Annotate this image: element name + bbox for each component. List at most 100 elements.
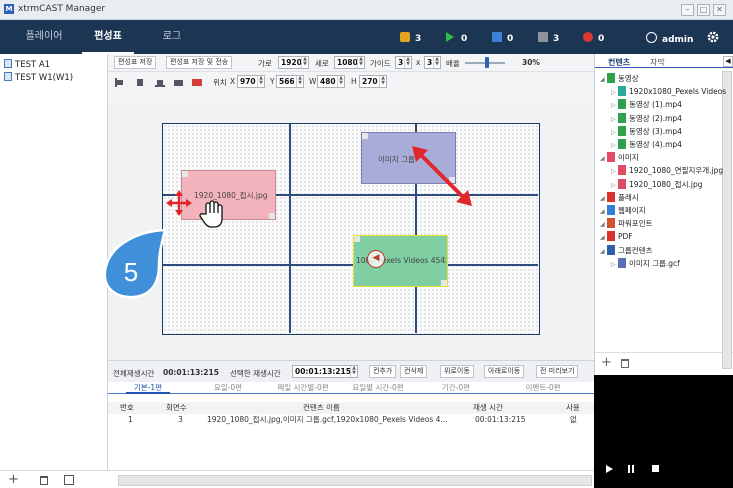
maximize-button[interactable]: □ bbox=[697, 4, 710, 16]
resize-handle[interactable] bbox=[362, 133, 368, 139]
tree-node[interactable]: ▷ 1920_1080_연필지우개.jpg bbox=[611, 165, 723, 177]
move-up-button[interactable]: 위로이동 bbox=[440, 365, 474, 378]
tree-node[interactable]: ▷ 동영상 (3).mp4 bbox=[611, 125, 682, 139]
tab-period[interactable]: 기간-0편 bbox=[434, 382, 478, 394]
minimize-button[interactable]: – bbox=[681, 4, 694, 16]
tree-node[interactable]: ◢ 동영상 bbox=[600, 73, 639, 85]
expanded-arrow-icon[interactable]: ◢ bbox=[600, 193, 607, 205]
guide-x-spinner[interactable]: 3 ▲ ▼ bbox=[395, 56, 412, 69]
stat-gray[interactable]: 3 bbox=[538, 32, 559, 44]
preview-all-button[interactable]: 전 미리보기 bbox=[536, 365, 579, 378]
tab-contents[interactable]: 컨텐츠 bbox=[608, 57, 630, 69]
save-send-button[interactable]: 편성표 저장 및 전송 bbox=[166, 56, 233, 69]
stat-warning[interactable]: 3 bbox=[400, 32, 421, 44]
settings-gear-icon[interactable] bbox=[706, 30, 720, 44]
height-spinner[interactable]: 1080 ▲ ▼ bbox=[334, 56, 365, 69]
expanded-arrow-icon[interactable]: ◢ bbox=[600, 246, 607, 258]
delete-content-icon[interactable] bbox=[621, 359, 629, 368]
tree-node[interactable]: ▷ 동영상 (1).mp4 bbox=[611, 99, 682, 111]
save-schedule-button[interactable]: 편성표 저장 bbox=[114, 56, 157, 69]
collapsed-arrow-icon[interactable]: ▷ bbox=[611, 259, 618, 271]
tab-player[interactable]: 플레이어 bbox=[18, 20, 70, 54]
column-header-play-time[interactable]: 재생 시간 bbox=[473, 402, 503, 414]
add-content-icon[interactable]: + bbox=[601, 355, 612, 370]
tree-node[interactable]: ▷ 1920_1080_접시.jpg bbox=[611, 178, 702, 191]
tab-basic[interactable]: 기본-1편 bbox=[126, 382, 170, 394]
resize-handle[interactable] bbox=[441, 280, 447, 286]
collapsed-arrow-icon[interactable]: ▷ bbox=[611, 140, 618, 152]
align-left-icon[interactable] bbox=[115, 78, 125, 87]
tree-node[interactable]: ▷ 동영상 (2).mp4 bbox=[611, 112, 682, 126]
collapsed-arrow-icon[interactable]: ▷ bbox=[611, 100, 618, 112]
stop-icon[interactable] bbox=[652, 465, 659, 472]
spin-arrows-icon[interactable]: ▲ ▼ bbox=[357, 57, 364, 68]
stat-blue[interactable]: 0 bbox=[492, 32, 513, 44]
selected-time-spinner[interactable]: 00:01:13:215 ▲ ▼ bbox=[292, 365, 358, 378]
tree-node[interactable]: ◢ 웹페이지 bbox=[600, 205, 646, 217]
tab-weekday-time[interactable]: 요일별 시간-0편 bbox=[343, 382, 413, 394]
y-spinner[interactable]: 566 ▲ ▼ bbox=[276, 75, 304, 88]
expanded-arrow-icon[interactable]: ◢ bbox=[600, 232, 607, 244]
expanded-arrow-icon[interactable]: ◢ bbox=[600, 153, 607, 165]
tab-log[interactable]: 로그 bbox=[146, 20, 198, 54]
resize-handle[interactable] bbox=[354, 236, 360, 242]
resize-handle[interactable] bbox=[269, 213, 275, 219]
distribute-icon[interactable] bbox=[192, 78, 203, 87]
h-spinner[interactable]: 270 ▲ ▼ bbox=[359, 75, 387, 88]
tab-schedule[interactable]: 편성표 bbox=[82, 20, 134, 54]
spin-arrows-icon[interactable]: ▲ ▼ bbox=[301, 57, 308, 68]
w-spinner[interactable]: 480 ▲ ▼ bbox=[317, 75, 345, 88]
vertical-scrollbar[interactable] bbox=[722, 71, 732, 369]
tab-subtitles[interactable]: 자막 bbox=[650, 57, 665, 69]
spin-arrows-icon[interactable]: ▲ ▼ bbox=[433, 57, 440, 68]
mute-speaker-icon[interactable]: ◀ bbox=[367, 250, 385, 268]
clip-image-dish[interactable]: 1920_1080_접시.jpg bbox=[181, 170, 276, 220]
clip-video-pexels[interactable]: 1080 Pexels Videos 4545 ◀ bbox=[353, 235, 448, 287]
expanded-arrow-icon[interactable]: ◢ bbox=[600, 206, 607, 218]
tree-node[interactable]: ▷ 1920x1080_Pexels Videos bbox=[611, 86, 726, 98]
spin-arrows-icon[interactable]: ▲ ▼ bbox=[404, 57, 411, 68]
tab-daily-time[interactable]: 페일 시간별-0편 bbox=[268, 382, 338, 394]
zoom-slider-handle[interactable] bbox=[485, 57, 489, 68]
expanded-arrow-icon[interactable]: ◢ bbox=[600, 74, 607, 86]
spin-arrows-icon[interactable]: ▲ ▼ bbox=[337, 76, 344, 87]
tree-node[interactable]: ▷ 이미지 그룹.gcf bbox=[611, 257, 680, 271]
horizontal-scrollbar[interactable] bbox=[118, 475, 592, 486]
x-spinner[interactable]: 970 ▲ ▼ bbox=[237, 75, 265, 88]
edit-schedule-icon[interactable] bbox=[64, 475, 74, 485]
spin-arrows-icon[interactable]: ▲ ▼ bbox=[296, 76, 303, 87]
tree-node[interactable]: ▷ 동영상 (4).mp4 bbox=[611, 139, 682, 151]
expanded-arrow-icon[interactable]: ◢ bbox=[600, 219, 607, 231]
scroll-tab-right-icon[interactable]: ◀ bbox=[723, 56, 733, 67]
tree-node[interactable]: ◢ 플래시 bbox=[600, 191, 639, 205]
collapsed-arrow-icon[interactable]: ▷ bbox=[611, 166, 618, 178]
align-center-icon[interactable] bbox=[135, 78, 145, 87]
spin-arrows-icon[interactable]: ▲ ▼ bbox=[379, 76, 386, 87]
tree-node[interactable]: ◢ 이미지 bbox=[600, 152, 639, 164]
spin-arrows-icon[interactable]: ▲ ▼ bbox=[350, 366, 357, 377]
stat-playing[interactable]: 0 bbox=[446, 32, 467, 44]
table-row[interactable]: 1 3 1920_1080_접시.jpg,이미지 그룹.gcf,1920x108… bbox=[108, 414, 594, 428]
align-middle-icon[interactable] bbox=[174, 78, 184, 87]
resize-handle[interactable] bbox=[182, 171, 188, 177]
delete-content-button[interactable]: 컨삭제 bbox=[400, 365, 428, 378]
collapsed-arrow-icon[interactable]: ▷ bbox=[611, 114, 618, 126]
schedule-item[interactable]: TEST W1(W1) bbox=[4, 72, 73, 84]
column-header-number[interactable]: 번호 bbox=[120, 402, 134, 414]
collapsed-arrow-icon[interactable]: ▷ bbox=[611, 87, 618, 99]
play-icon[interactable] bbox=[606, 465, 613, 473]
width-spinner[interactable]: 1920 ▲ ▼ bbox=[278, 56, 309, 69]
tree-node[interactable]: ◢ 파워포인트 bbox=[600, 218, 653, 230]
tree-node[interactable]: ◢ PDF bbox=[600, 231, 633, 243]
close-button[interactable]: ✕ bbox=[713, 4, 726, 16]
collapsed-arrow-icon[interactable]: ▷ bbox=[611, 127, 618, 139]
pause-icon[interactable] bbox=[628, 465, 630, 473]
column-header-use[interactable]: 사용 bbox=[566, 402, 580, 414]
guide-y-spinner[interactable]: 3 ▲ ▼ bbox=[424, 56, 441, 69]
delete-schedule-icon[interactable] bbox=[40, 476, 48, 485]
tab-weekday[interactable]: 요일-0편 bbox=[206, 382, 250, 394]
move-down-button[interactable]: 아래로이동 bbox=[484, 365, 525, 378]
align-bottom-icon[interactable] bbox=[155, 78, 165, 87]
add-schedule-icon[interactable]: + bbox=[8, 472, 19, 487]
spin-arrows-icon[interactable]: ▲ ▼ bbox=[257, 76, 264, 87]
